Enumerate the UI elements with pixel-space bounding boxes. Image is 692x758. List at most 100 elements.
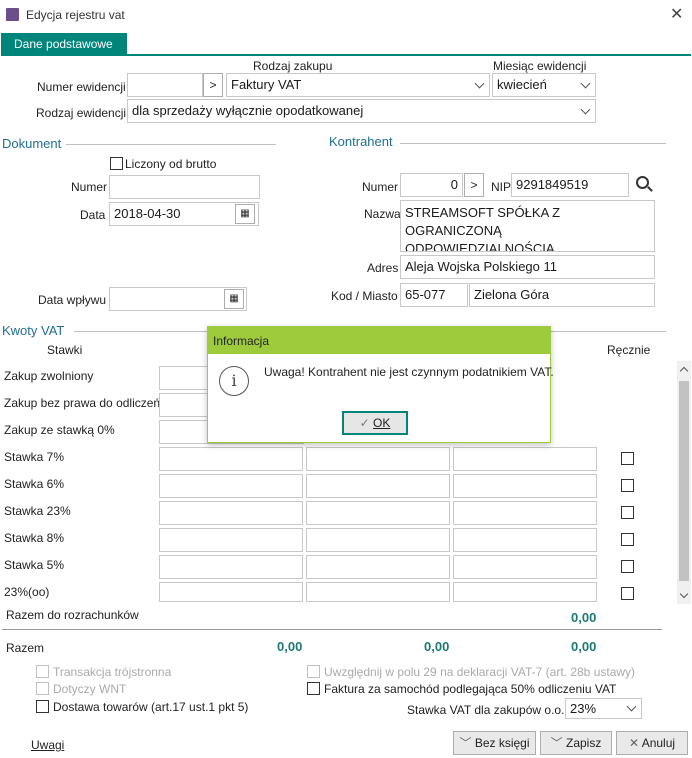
- nip-value: 9291849519: [516, 177, 589, 192]
- bez-ksiegi-label: Bez księgi: [474, 736, 530, 750]
- dialog-title-bar: Informacja: [208, 327, 550, 354]
- nazwa-field[interactable]: STREAMSOFT SPÓŁKA Z OGRANICZONĄ ODPOWIED…: [400, 200, 655, 252]
- ok-button[interactable]: ✓ OK: [342, 411, 408, 435]
- dokument-numer-label: Numer: [71, 180, 108, 194]
- faktura-samochod-label: Faktura za samochód podlegająca 50% odli…: [324, 682, 617, 696]
- kontrahent-divider: [400, 143, 666, 144]
- scroll-thumb[interactable]: [679, 381, 689, 581]
- info-icon: i: [219, 366, 249, 396]
- numer-ewidencji-field[interactable]: [127, 73, 203, 97]
- row-label: Stawka 8%: [4, 531, 65, 545]
- anuluj-label: Anuluj: [641, 736, 676, 750]
- vat-field[interactable]: [306, 582, 450, 602]
- recznie-checkbox[interactable]: [621, 479, 634, 492]
- tab-dane-podstawowe[interactable]: Dane podstawowe: [1, 33, 127, 55]
- liczony-od-brutto-checkbox[interactable]: [110, 157, 123, 170]
- adres-value: Aleja Wojska Polskiego 11: [405, 259, 557, 274]
- kontrahent-numer-label: Numer: [362, 180, 399, 194]
- dokument-data-label: Data: [80, 208, 106, 222]
- recznie-checkbox[interactable]: [621, 533, 634, 546]
- vat-row: Stawka 23%: [0, 495, 680, 525]
- zapisz-button[interactable]: ﹀ Zapisz: [540, 731, 612, 755]
- dialog-title: Informacja: [213, 334, 270, 348]
- uwzglednij-label: Uwzględnij w polu 29 na deklaracji VAT-7…: [324, 665, 636, 679]
- kontrahent-section-title: Kontrahent: [329, 134, 393, 149]
- transakcja-checkbox[interactable]: [36, 665, 49, 678]
- dialog-message: Uwaga! Kontrahent nie jest czynnym podat…: [264, 365, 554, 379]
- kod-field[interactable]: 65-077: [400, 283, 468, 307]
- chevron-down-icon: [580, 78, 591, 89]
- info-dialog: Informacja i Uwaga! Kontrahent nie jest …: [207, 326, 554, 443]
- razem-vat-value: 0,00: [424, 639, 450, 654]
- app-icon: [6, 8, 19, 21]
- vat-scrollbar[interactable]: [677, 361, 691, 604]
- uwzglednij-checkbox[interactable]: [307, 665, 320, 678]
- recznie-checkbox[interactable]: [621, 506, 634, 519]
- vat-row: Stawka 8%: [0, 522, 680, 552]
- numer-ewidencji-next-button[interactable]: >: [203, 73, 223, 97]
- recznie-checkbox[interactable]: [621, 587, 634, 600]
- dostawa-checkbox[interactable]: [36, 700, 49, 713]
- chevron-down-icon: ﹀: [459, 736, 475, 750]
- nazwa-line-2: ODPOWIEDZIALNOŚCIĄ: [405, 241, 555, 252]
- miasto-field[interactable]: Zielona Góra: [469, 283, 655, 307]
- razem-rozrachunkow-label: Razem do rozrachunków: [6, 608, 139, 622]
- wnt-checkbox[interactable]: [36, 682, 49, 695]
- title-bar: Edycja rejestru vat ✕: [0, 0, 692, 30]
- nip-field[interactable]: 9291849519: [511, 173, 629, 197]
- row-label: Zakup ze stawką 0%: [4, 423, 115, 437]
- adres-field[interactable]: Aleja Wojska Polskiego 11: [400, 255, 655, 279]
- miesiac-label: Miesiąc ewidencji: [493, 59, 587, 73]
- recznie-checkbox[interactable]: [621, 452, 634, 465]
- rodzaj-ewidencji-select[interactable]: dla sprzedaży wyłącznie opodatkowanej: [127, 99, 596, 123]
- chevron-down-icon: [474, 78, 485, 89]
- close-icon[interactable]: ✕: [670, 4, 683, 24]
- stawka-oo-value: 23%: [570, 701, 597, 716]
- stawka-oo-select[interactable]: 23%: [565, 698, 642, 719]
- anuluj-button[interactable]: ✕ Anuluj: [616, 731, 688, 755]
- chevron-down-icon: [626, 701, 637, 712]
- wnt-label: Dotyczy WNT: [53, 682, 127, 696]
- rodzaj-zakupu-value: Faktury VAT: [231, 77, 302, 92]
- miasto-value: Zielona Góra: [474, 287, 550, 302]
- bez-ksiegi-button[interactable]: ﹀ Bez księgi: [453, 731, 536, 755]
- rodzaj-zakupu-select[interactable]: Faktury VAT: [226, 73, 490, 97]
- kontrahent-next-button[interactable]: >: [464, 173, 484, 197]
- scroll-up-icon[interactable]: [679, 366, 689, 376]
- kod-miasto-label: Kod / Miasto: [331, 289, 398, 303]
- ok-label: OK: [373, 416, 391, 430]
- transakcja-label: Transakcja trójstronna: [53, 665, 172, 679]
- calendar-icon[interactable]: ▦: [224, 289, 244, 309]
- nazwa-label: Nazwa: [364, 207, 401, 221]
- miesiac-select[interactable]: kwiecień: [492, 73, 596, 97]
- razem-label: Razem: [6, 641, 45, 655]
- dostawa-label: Dostawa towarów (art.17 ust.1 pkt 5): [53, 700, 249, 714]
- kod-value: 65-077: [405, 287, 446, 302]
- liczony-od-brutto-label: Liczony od brutto: [125, 157, 217, 171]
- row-label: Stawka 6%: [4, 477, 65, 491]
- row-label: Stawka 7%: [4, 450, 65, 464]
- kontrahent-numer-field[interactable]: 0: [400, 173, 463, 197]
- vat-row: 23%(oo): [0, 576, 680, 603]
- uwagi-link[interactable]: Uwagi: [31, 738, 64, 752]
- faktura-samochod-checkbox[interactable]: [307, 682, 320, 695]
- dokument-section-title: Dokument: [2, 136, 62, 151]
- data-wplywu-label: Data wpływu: [38, 293, 107, 307]
- vat-row: Stawka 6%: [0, 468, 680, 498]
- dokument-numer-field[interactable]: [109, 175, 260, 199]
- calendar-icon[interactable]: ▦: [235, 204, 255, 224]
- rodzaj-ewidencji-label: Rodzaj ewidencji: [36, 106, 127, 120]
- row-label: Stawka 5%: [4, 558, 65, 572]
- rodzaj-ewidencji-value: dla sprzedaży wyłącznie opodatkowanej: [132, 103, 364, 118]
- kwoty-vat-section-title: Kwoty VAT: [2, 323, 65, 338]
- brutto-field[interactable]: [453, 582, 597, 602]
- check-icon: ✓: [359, 416, 374, 430]
- recznie-checkbox[interactable]: [621, 560, 634, 573]
- row-label: Stawka 23%: [4, 504, 71, 518]
- zapisz-label: Zapisz: [566, 736, 602, 750]
- stawki-header: Stawki: [47, 343, 83, 357]
- netto-field[interactable]: [159, 582, 303, 602]
- row-label: 23%(oo): [4, 585, 50, 599]
- scroll-down-icon[interactable]: [679, 589, 689, 599]
- razem-divider: [2, 629, 662, 630]
